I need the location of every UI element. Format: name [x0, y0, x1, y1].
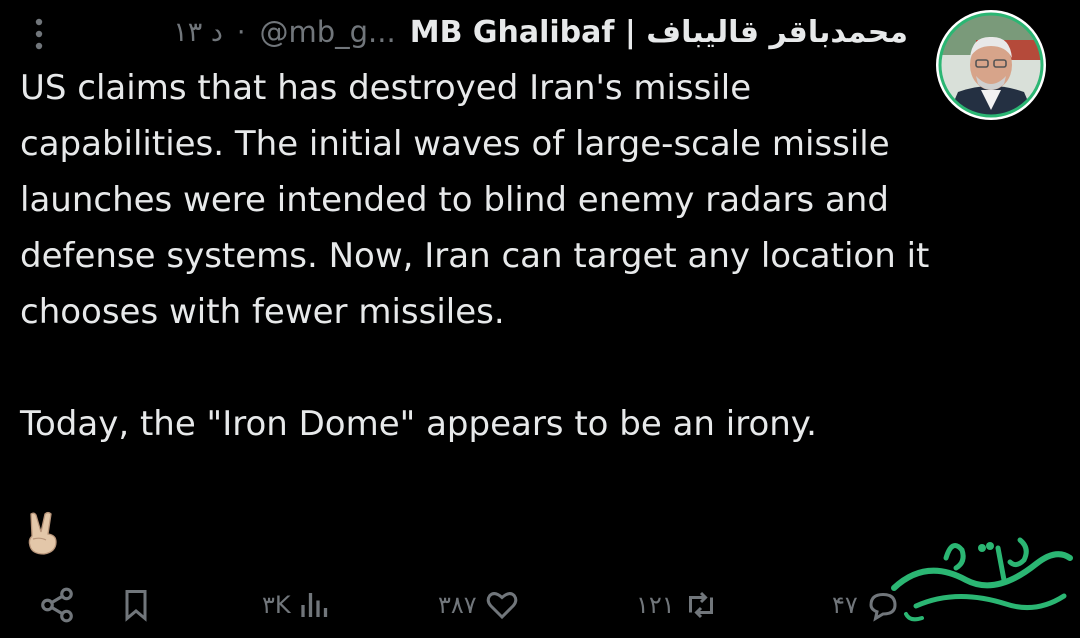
bookmark-button[interactable] — [118, 580, 154, 630]
repost-icon — [688, 591, 713, 619]
author-name[interactable]: MB Ghalibaf | محمدباقر قالیباف — [410, 15, 908, 50]
views-icon — [300, 593, 327, 617]
watermark-logo-icon — [886, 518, 1076, 632]
views-button[interactable]: ۳K — [262, 580, 333, 630]
like-count: ۳۸۷ — [438, 591, 477, 619]
like-button[interactable]: ۳۸۷ — [438, 580, 521, 630]
repost-button[interactable]: ۱۲۱ — [636, 580, 721, 630]
views-count: ۳K — [262, 591, 291, 619]
tweet-text: US claims that has destroyed Iran's miss… — [20, 68, 930, 444]
bookmark-icon — [125, 590, 147, 622]
header-separator: · — [236, 16, 246, 48]
share-icon — [41, 587, 73, 623]
tweet-time[interactable]: ۱۳ د — [173, 17, 223, 48]
victory-hand-icon — [22, 510, 62, 560]
tweet-header: ۱۳ د · @mb_g... MB Ghalibaf | محمدباقر ق… — [20, 12, 908, 52]
author-handle[interactable]: @mb_g... — [259, 15, 395, 49]
avatar-photo — [938, 12, 1044, 118]
avatar[interactable] — [936, 10, 1046, 120]
share-button[interactable] — [38, 580, 76, 630]
reply-count: ۴۷ — [832, 591, 858, 619]
repost-count: ۱۲۱ — [636, 591, 675, 619]
like-icon — [486, 592, 517, 620]
